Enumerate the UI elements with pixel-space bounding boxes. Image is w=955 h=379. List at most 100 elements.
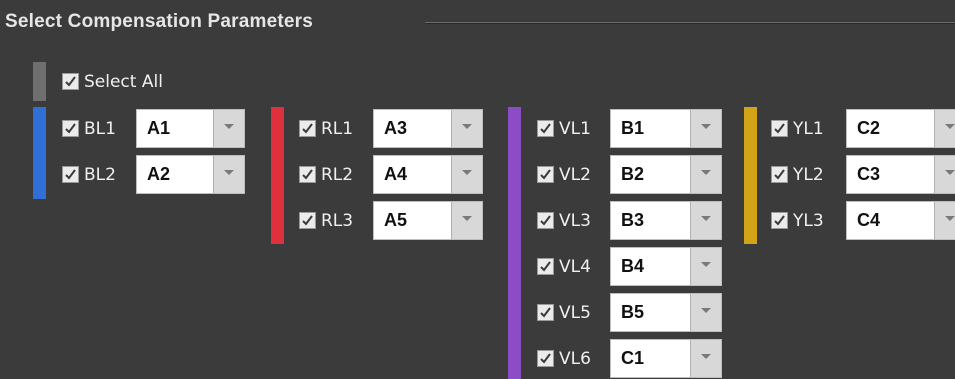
rl1-label: RL1: [321, 119, 354, 139]
checkmark-icon: [774, 215, 785, 226]
checkmark-icon: [65, 169, 76, 180]
yl2-dropdown[interactable]: C3: [846, 155, 955, 194]
vl6-label: VL6: [559, 349, 591, 369]
yl3-dropdown-value: C4: [857, 210, 881, 230]
checkmark-icon: [540, 123, 551, 134]
bl2-dropdown[interactable]: A2: [136, 155, 245, 194]
rl2-checkbox[interactable]: [299, 166, 316, 183]
chevron-down-icon: [701, 262, 711, 267]
dropdown-arrow-button[interactable]: [690, 248, 721, 285]
checkmark-icon: [540, 169, 551, 180]
checkmark-icon: [302, 169, 313, 180]
vl2-dropdown-value: B2: [621, 164, 645, 184]
vl5-label: VL5: [559, 303, 591, 323]
rl2-dropdown[interactable]: A4: [373, 155, 483, 194]
checkmark-icon: [65, 76, 76, 87]
select-all-label: Select All: [84, 72, 163, 92]
compensation-panel: Select Compensation Parameters Select Al…: [0, 0, 955, 379]
bl2-dropdown-value: A2: [147, 164, 171, 184]
vl6-dropdown[interactable]: C1: [610, 339, 722, 378]
chevron-down-icon: [945, 124, 955, 129]
bl2-checkbox[interactable]: [62, 166, 79, 183]
yl3-checkbox[interactable]: [771, 212, 788, 229]
chevron-down-icon: [462, 170, 472, 175]
chevron-down-icon: [945, 170, 955, 175]
bl1-dropdown[interactable]: A1: [136, 109, 245, 148]
vl6-checkbox[interactable]: [537, 350, 554, 367]
checkmark-icon: [540, 307, 551, 318]
yl1-dropdown[interactable]: C2: [846, 109, 955, 148]
dropdown-arrow-button[interactable]: [451, 110, 482, 147]
rl1-checkbox[interactable]: [299, 120, 316, 137]
vl4-label: VL4: [559, 257, 591, 277]
chevron-down-icon: [701, 170, 711, 175]
dropdown-arrow-button[interactable]: [934, 202, 955, 239]
yl1-checkbox[interactable]: [771, 120, 788, 137]
rl2-label: RL2: [321, 165, 354, 185]
chevron-down-icon: [701, 216, 711, 221]
rl3-dropdown[interactable]: A5: [373, 201, 483, 240]
vl4-dropdown-value: B4: [621, 256, 645, 276]
panel-title: Select Compensation Parameters: [5, 11, 314, 32]
vl1-checkbox[interactable]: [537, 120, 554, 137]
title-divider: [425, 22, 955, 24]
vl5-checkbox[interactable]: [537, 304, 554, 321]
group-bar-red: [271, 107, 284, 244]
dropdown-arrow-button[interactable]: [934, 156, 955, 193]
select-all-checkbox[interactable]: [62, 73, 79, 90]
vl4-dropdown[interactable]: B4: [610, 247, 722, 286]
dropdown-arrow-button[interactable]: [213, 156, 244, 193]
group-bar-yellow: [744, 107, 757, 244]
vl1-label: VL1: [559, 119, 591, 139]
yl2-checkbox[interactable]: [771, 166, 788, 183]
dropdown-arrow-button[interactable]: [690, 156, 721, 193]
yl2-dropdown-value: C3: [857, 164, 881, 184]
group-bar-violet: [508, 107, 521, 379]
rl3-label: RL3: [321, 211, 354, 231]
rl1-dropdown[interactable]: A3: [373, 109, 483, 148]
chevron-down-icon: [462, 216, 472, 221]
chevron-down-icon: [224, 170, 234, 175]
chevron-down-icon: [224, 124, 234, 129]
rl2-dropdown-value: A4: [384, 164, 408, 184]
checkmark-icon: [65, 123, 76, 134]
select-all-bar: [33, 62, 46, 101]
yl1-dropdown-value: C2: [857, 118, 881, 138]
group-bar-blue: [33, 107, 46, 199]
vl2-dropdown[interactable]: B2: [610, 155, 722, 194]
yl3-label: YL3: [793, 211, 824, 231]
rl3-checkbox[interactable]: [299, 212, 316, 229]
dropdown-arrow-button[interactable]: [690, 340, 721, 377]
rl1-dropdown-value: A3: [384, 118, 408, 138]
checkmark-icon: [774, 123, 785, 134]
dropdown-arrow-button[interactable]: [451, 202, 482, 239]
checkmark-icon: [540, 215, 551, 226]
chevron-down-icon: [701, 124, 711, 129]
vl3-label: VL3: [559, 211, 591, 231]
bl1-checkbox[interactable]: [62, 120, 79, 137]
chevron-down-icon: [462, 124, 472, 129]
dropdown-arrow-button[interactable]: [690, 110, 721, 147]
dropdown-arrow-button[interactable]: [451, 156, 482, 193]
chevron-down-icon: [701, 354, 711, 359]
vl5-dropdown[interactable]: B5: [610, 293, 722, 332]
vl1-dropdown-value: B1: [621, 118, 645, 138]
dropdown-arrow-button[interactable]: [690, 294, 721, 331]
yl1-label: YL1: [793, 119, 824, 139]
vl6-dropdown-value: C1: [621, 348, 645, 368]
vl1-dropdown[interactable]: B1: [610, 109, 722, 148]
checkmark-icon: [302, 215, 313, 226]
vl3-dropdown[interactable]: B3: [610, 201, 722, 240]
vl5-dropdown-value: B5: [621, 302, 645, 322]
vl2-label: VL2: [559, 165, 591, 185]
checkmark-icon: [540, 353, 551, 364]
bl1-label: BL1: [84, 119, 116, 139]
dropdown-arrow-button[interactable]: [690, 202, 721, 239]
vl4-checkbox[interactable]: [537, 258, 554, 275]
vl2-checkbox[interactable]: [537, 166, 554, 183]
vl3-checkbox[interactable]: [537, 212, 554, 229]
dropdown-arrow-button[interactable]: [213, 110, 244, 147]
dropdown-arrow-button[interactable]: [934, 110, 955, 147]
bl1-dropdown-value: A1: [147, 118, 171, 138]
yl3-dropdown[interactable]: C4: [846, 201, 955, 240]
